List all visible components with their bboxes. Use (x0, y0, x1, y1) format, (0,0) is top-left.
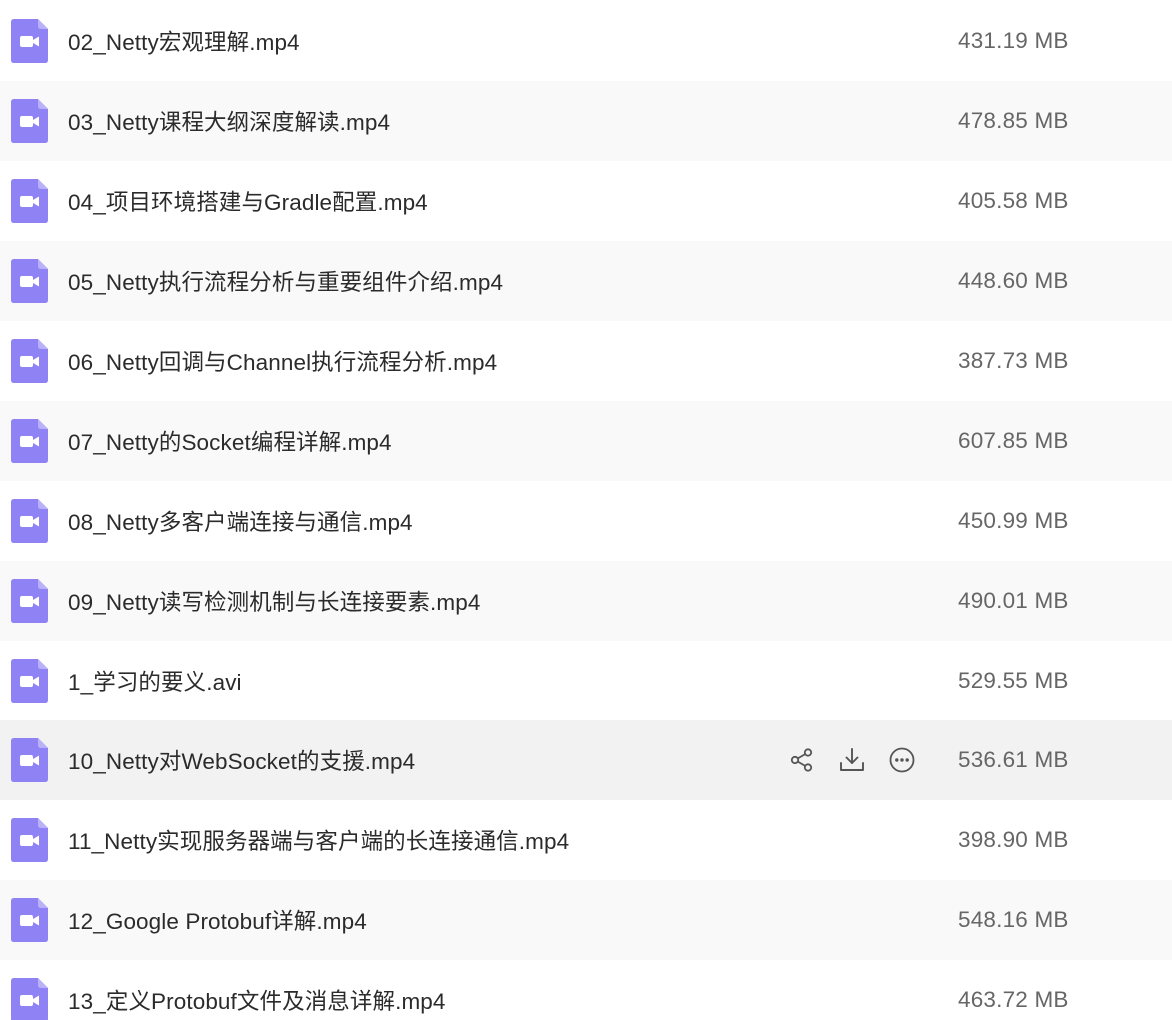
video-file-icon (11, 898, 48, 942)
download-button[interactable] (836, 744, 868, 776)
file-size: 448.60 MB (958, 268, 1069, 293)
file-row[interactable]: 09_Netty读写检测机制与长连接要素.mp4 490.01 MB (0, 561, 1172, 641)
video-file-icon (11, 19, 48, 63)
more-button[interactable] (886, 744, 918, 776)
file-size: 536.61 MB (958, 747, 1069, 772)
file-size: 607.85 MB (958, 428, 1069, 453)
file-size: 490.01 MB (958, 588, 1069, 613)
file-name[interactable]: 12_Google Protobuf详解.mp4 (68, 904, 367, 936)
file-size: 478.85 MB (958, 108, 1069, 133)
file-row[interactable]: 05_Netty执行流程分析与重要组件介绍.mp4 448.60 MB (0, 241, 1172, 321)
video-file-icon (11, 499, 48, 543)
video-file-icon (11, 818, 48, 862)
video-file-icon (11, 339, 48, 383)
video-file-icon (11, 579, 48, 623)
file-row[interactable]: 08_Netty多客户端连接与通信.mp4 450.99 MB (0, 481, 1172, 561)
file-row[interactable]: 04_项目环境搭建与Gradle配置.mp4 405.58 MB (0, 161, 1172, 241)
share-button[interactable] (786, 744, 818, 776)
file-name[interactable]: 04_项目环境搭建与Gradle配置.mp4 (68, 185, 428, 217)
file-size: 431.19 MB (958, 28, 1069, 53)
share-icon (790, 748, 813, 772)
file-size: 548.16 MB (958, 907, 1069, 932)
video-file-icon (11, 978, 48, 1020)
more-icon (889, 747, 915, 773)
file-row[interactable]: 03_Netty课程大纲深度解读.mp4 478.85 MB (0, 81, 1172, 161)
download-icon (840, 748, 864, 771)
file-name[interactable]: 09_Netty读写检测机制与长连接要素.mp4 (68, 585, 480, 617)
video-file-icon (11, 659, 48, 703)
file-row[interactable]: 1_学习的要义.avi 529.55 MB (0, 641, 1172, 721)
video-file-icon (11, 179, 48, 223)
file-row[interactable]: 13_定义Protobuf文件及消息详解.mp4 463.72 MB (0, 960, 1172, 1020)
file-list: 02_Netty宏观理解.mp4 431.19 MB 03_Netty课程大纲深… (0, 0, 1172, 1020)
file-row[interactable]: 07_Netty的Socket编程详解.mp4 607.85 MB (0, 401, 1172, 481)
video-file-icon (11, 259, 48, 303)
video-file-icon (11, 99, 48, 143)
file-name[interactable]: 03_Netty课程大纲深度解读.mp4 (68, 105, 390, 137)
file-size: 387.73 MB (958, 348, 1069, 373)
file-name[interactable]: 1_学习的要义.avi (68, 665, 242, 697)
file-size: 398.90 MB (958, 827, 1069, 852)
file-name[interactable]: 05_Netty执行流程分析与重要组件介绍.mp4 (68, 265, 503, 297)
file-size: 529.55 MB (958, 668, 1069, 693)
file-row[interactable]: 12_Google Protobuf详解.mp4 548.16 MB (0, 880, 1172, 960)
file-row[interactable]: 02_Netty宏观理解.mp4 431.19 MB (0, 1, 1172, 81)
file-name[interactable]: 11_Netty实现服务器端与客户端的长连接通信.mp4 (68, 824, 569, 856)
file-row[interactable]: 11_Netty实现服务器端与客户端的长连接通信.mp4 398.90 MB (0, 800, 1172, 880)
file-row[interactable]: 06_Netty回调与Channel执行流程分析.mp4 387.73 MB (0, 321, 1172, 401)
video-file-icon (11, 419, 48, 463)
video-file-icon (11, 738, 48, 782)
file-name[interactable]: 13_定义Protobuf文件及消息详解.mp4 (68, 984, 446, 1016)
file-name[interactable]: 08_Netty多客户端连接与通信.mp4 (68, 505, 413, 537)
row-actions (786, 744, 936, 776)
file-name[interactable]: 10_Netty对WebSocket的支援.mp4 (68, 744, 415, 776)
file-name[interactable]: 07_Netty的Socket编程详解.mp4 (68, 425, 392, 457)
file-row-hovered[interactable]: 10_Netty对WebSocket的支援.mp4 536.61 MB (0, 720, 1172, 800)
file-size: 463.72 MB (958, 987, 1069, 1012)
file-name[interactable]: 06_Netty回调与Channel执行流程分析.mp4 (68, 345, 497, 377)
file-size: 450.99 MB (958, 508, 1069, 533)
file-name[interactable]: 02_Netty宏观理解.mp4 (68, 25, 300, 57)
file-size: 405.58 MB (958, 188, 1069, 213)
